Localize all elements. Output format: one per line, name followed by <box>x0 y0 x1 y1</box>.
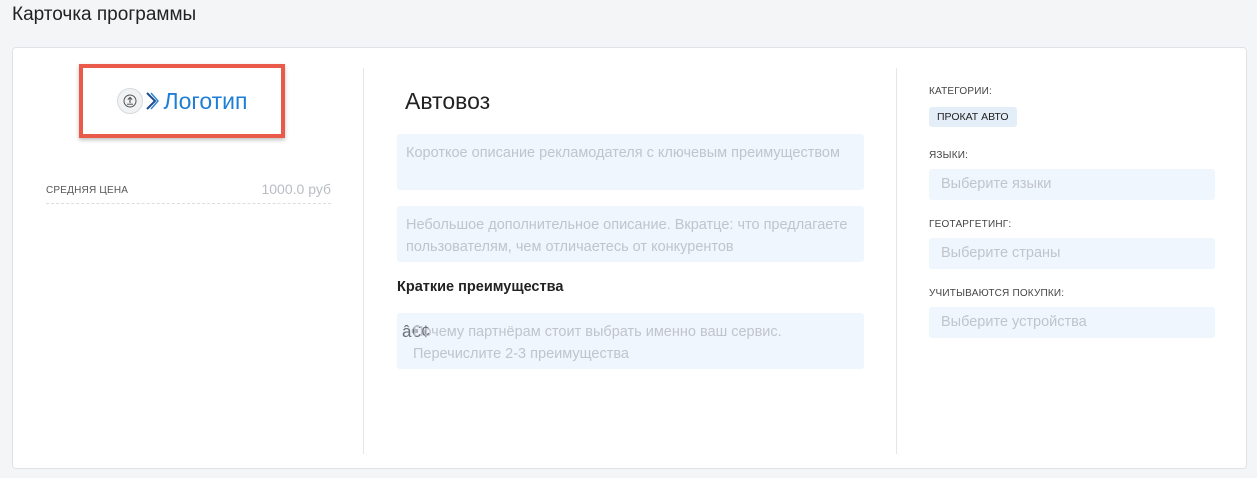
countries-placeholder: Выберите страны <box>941 245 1061 261</box>
advantages-placeholder-line1: Почему партнёрам стоит выбрать именно ва… <box>413 324 782 340</box>
program-card: Логотип СРЕДНЯЯ ЦЕНА 1000.0 руб Автовоз … <box>12 47 1247 469</box>
description-placeholder: Небольшое дополнительное описание. Вкрат… <box>406 217 848 255</box>
column-divider-left <box>363 68 364 454</box>
upload-icon <box>116 88 143 114</box>
logo-upload-button[interactable]: Логотип <box>79 64 285 138</box>
short-description-field[interactable]: Короткое описание рекламодателя с ключев… <box>397 134 864 190</box>
geotargeting-label: ГЕОТАРГЕТИНГ: <box>929 219 1012 230</box>
advantages-title: Краткие преимущества <box>397 279 564 295</box>
average-price-label: СРЕДНЯЯ ЦЕНА <box>46 185 129 196</box>
countries-select[interactable]: Выберите страны <box>929 238 1215 269</box>
advantages-field[interactable]: â€¢ Почему партнёрам стоит выбрать именн… <box>397 313 864 369</box>
categories-label: КАТЕГОРИИ: <box>929 86 992 97</box>
advantages-placeholder-line2: Перечислите 2-3 преимущества <box>413 346 629 362</box>
category-tag[interactable]: ПРОКАТ АВТО <box>929 107 1017 127</box>
logo-chevron-icon <box>145 92 159 110</box>
languages-placeholder: Выберите языки <box>941 176 1052 192</box>
average-price-row: СРЕДНЯЯ ЦЕНА 1000.0 руб <box>46 180 331 204</box>
devices-placeholder: Выберите устройства <box>941 314 1087 330</box>
devices-select[interactable]: Выберите устройства <box>929 307 1215 338</box>
logo-content: Логотип <box>116 87 248 115</box>
purchases-label: УЧИТЫВАЮТСЯ ПОКУПКИ: <box>929 288 1065 299</box>
languages-label: ЯЗЫКИ: <box>929 150 969 161</box>
page-title: Карточка программы <box>12 4 197 25</box>
languages-select[interactable]: Выберите языки <box>929 169 1215 200</box>
average-price-value: 1000.0 руб <box>261 181 331 197</box>
program-name: Автовоз <box>405 88 491 114</box>
logo-label: Логотип <box>163 87 248 114</box>
description-field[interactable]: Небольшое дополнительное описание. Вкрат… <box>397 206 864 262</box>
short-description-placeholder: Короткое описание рекламодателя с ключев… <box>406 145 840 161</box>
column-divider-right <box>896 68 897 454</box>
